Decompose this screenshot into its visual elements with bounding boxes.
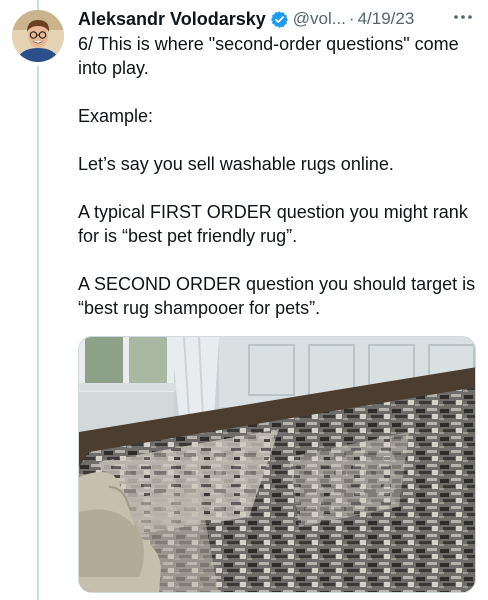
tweet-line: Example: bbox=[78, 106, 154, 126]
tweet-media-image[interactable] bbox=[78, 336, 476, 593]
tweet-header: Aleksandr Volodarsky @vol... · 4/19/23 bbox=[78, 6, 478, 32]
avatar[interactable] bbox=[12, 10, 64, 62]
thread-line-top bbox=[37, 0, 39, 10]
author-name[interactable]: Aleksandr Volodarsky bbox=[78, 9, 266, 30]
verified-badge-icon bbox=[270, 10, 288, 28]
tweet-date[interactable]: 4/19/23 bbox=[358, 9, 415, 29]
tweet-line: 6/ This is where "second-order questions… bbox=[78, 34, 459, 78]
tweet-line: A typical FIRST ORDER question you might… bbox=[78, 202, 468, 246]
rug-photo bbox=[79, 337, 475, 592]
tweet-line: A SECOND ORDER question you should targe… bbox=[78, 274, 476, 318]
author-handle[interactable]: @vol... bbox=[293, 9, 346, 29]
avatar-image bbox=[12, 10, 64, 62]
separator-dot: · bbox=[348, 9, 355, 28]
tweet-text: 6/ This is where "second-order questions… bbox=[78, 32, 478, 320]
tweet-line: Let’s say you sell washable rugs online. bbox=[78, 154, 394, 174]
thread-line bbox=[37, 66, 39, 600]
tweet-body: Aleksandr Volodarsky @vol... · 4/19/23 6… bbox=[78, 6, 478, 320]
